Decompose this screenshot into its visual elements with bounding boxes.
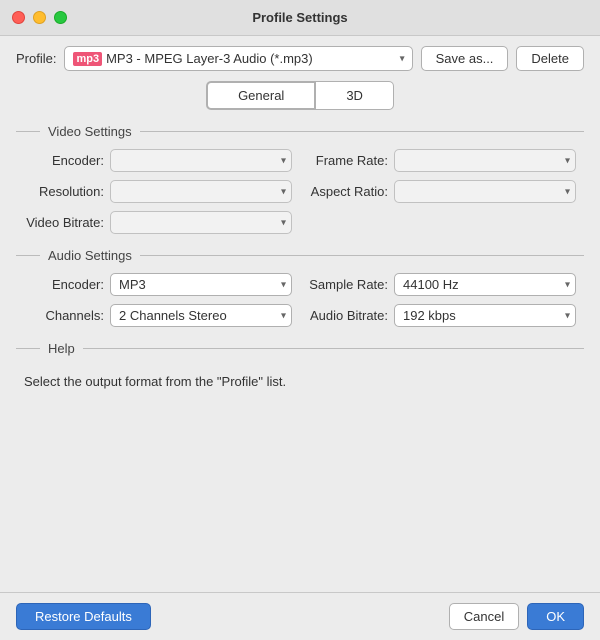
video-bitrate-select-wrap: ▾ [110,211,292,234]
help-section: Help Select the output format from the "… [16,341,584,398]
audio-bitrate-select-wrap: 192 kbps ▾ [394,304,576,327]
video-fields-grid: Encoder: ▾ Frame Rate: ▾ [16,149,584,234]
channels-select[interactable]: 2 Channels Stereo [110,304,292,327]
audio-settings-title: Audio Settings [48,248,132,263]
video-settings-header: Video Settings [16,124,584,139]
help-title: Help [48,341,75,356]
video-bitrate-select[interactable] [110,211,292,234]
audio-fields-grid: Encoder: MP3 ▾ Sample Rate: 44100 Hz ▾ [16,273,584,327]
profile-row: Profile: mp3 MP3 - MPEG Layer-3 Audio (*… [16,46,584,71]
video-settings-section: Video Settings Encoder: ▾ Frame Rate: [16,124,584,234]
sample-rate-label: Sample Rate: [308,277,388,292]
profile-selected-value: MP3 - MPEG Layer-3 Audio (*.mp3) [106,51,313,66]
frame-rate-select-wrap: ▾ [394,149,576,172]
bottom-bar: Restore Defaults Cancel OK [0,592,600,640]
title-bar: Profile Settings [0,0,600,36]
tab-general[interactable]: General [206,81,316,110]
video-bitrate-field: Video Bitrate: ▾ [24,211,292,234]
audio-encoder-field: Encoder: MP3 ▾ [24,273,292,296]
aspect-ratio-field: Aspect Ratio: ▾ [308,180,576,203]
video-settings-title: Video Settings [48,124,132,139]
profile-label: Profile: [16,51,56,66]
tab-row: General 3D [16,81,584,110]
resolution-field: Resolution: ▾ [24,180,292,203]
video-encoder-select[interactable] [110,149,292,172]
audio-encoder-label: Encoder: [24,277,104,292]
bottom-right-buttons: Cancel OK [449,603,584,630]
window-title: Profile Settings [252,10,347,25]
channels-select-wrap: 2 Channels Stereo ▾ [110,304,292,327]
resolution-select[interactable] [110,180,292,203]
resolution-select-wrap: ▾ [110,180,292,203]
maximize-button[interactable] [54,11,67,24]
help-text: Select the output format from the "Profi… [16,366,584,398]
frame-rate-select[interactable] [394,149,576,172]
audio-bitrate-select[interactable]: 192 kbps [394,304,576,327]
sample-rate-field: Sample Rate: 44100 Hz ▾ [308,273,576,296]
audio-bitrate-label: Audio Bitrate: [308,308,388,323]
window-controls [12,11,67,24]
sample-rate-select-wrap: 44100 Hz ▾ [394,273,576,296]
profile-dropdown[interactable]: mp3 MP3 - MPEG Layer-3 Audio (*.mp3) [64,46,412,71]
help-header: Help [16,341,584,356]
audio-bitrate-field: Audio Bitrate: 192 kbps ▾ [308,304,576,327]
aspect-ratio-label: Aspect Ratio: [308,184,388,199]
video-encoder-field: Encoder: ▾ [24,149,292,172]
resolution-label: Resolution: [24,184,104,199]
main-content: Profile: mp3 MP3 - MPEG Layer-3 Audio (*… [0,36,600,592]
tab-3d[interactable]: 3D [316,81,394,110]
video-bitrate-label: Video Bitrate: [24,215,104,230]
audio-encoder-select-wrap: MP3 ▾ [110,273,292,296]
channels-field: Channels: 2 Channels Stereo ▾ [24,304,292,327]
restore-defaults-button[interactable]: Restore Defaults [16,603,151,630]
aspect-ratio-select-wrap: ▾ [394,180,576,203]
audio-encoder-select[interactable]: MP3 [110,273,292,296]
sample-rate-select[interactable]: 44100 Hz [394,273,576,296]
channels-label: Channels: [24,308,104,323]
profile-select-wrapper: mp3 MP3 - MPEG Layer-3 Audio (*.mp3) ▾ [64,46,412,71]
frame-rate-label: Frame Rate: [308,153,388,168]
spacer [16,408,584,583]
audio-settings-header: Audio Settings [16,248,584,263]
mp3-badge: mp3 [73,52,102,66]
minimize-button[interactable] [33,11,46,24]
ok-button[interactable]: OK [527,603,584,630]
video-encoder-label: Encoder: [24,153,104,168]
video-encoder-select-wrap: ▾ [110,149,292,172]
close-button[interactable] [12,11,25,24]
delete-button[interactable]: Delete [516,46,584,71]
audio-settings-section: Audio Settings Encoder: MP3 ▾ Sample Rat… [16,248,584,327]
cancel-button[interactable]: Cancel [449,603,519,630]
frame-rate-field: Frame Rate: ▾ [308,149,576,172]
aspect-ratio-select[interactable] [394,180,576,203]
save-as-button[interactable]: Save as... [421,46,509,71]
